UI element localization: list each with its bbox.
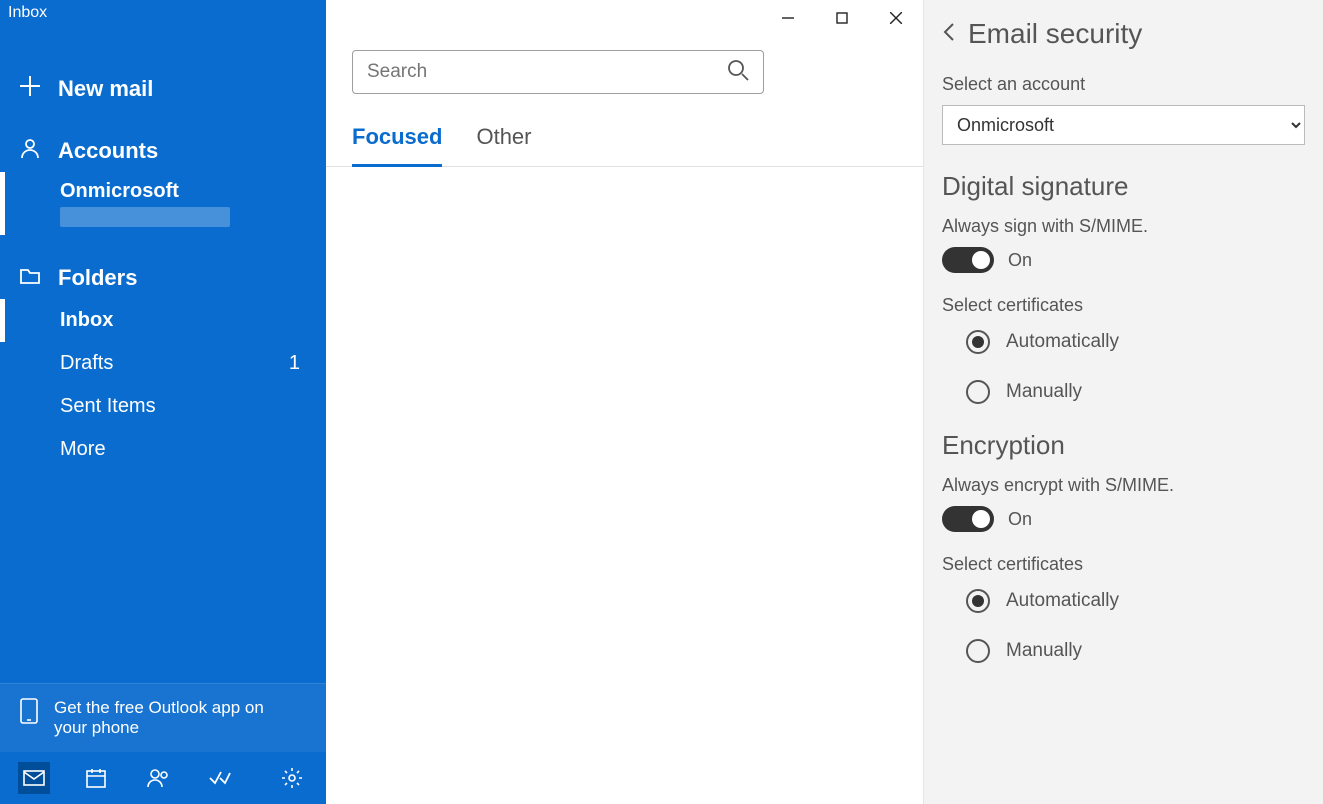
always-sign-label: Always sign with S/MIME.: [942, 216, 1305, 237]
main-area: Focused Other: [326, 0, 923, 804]
folder-label: More: [60, 438, 106, 461]
account-item[interactable]: Onmicrosoft: [0, 172, 326, 235]
folder-label: Drafts: [60, 352, 113, 375]
phone-icon: [20, 698, 38, 729]
person-icon: [20, 138, 40, 164]
hamburger-button[interactable]: [0, 26, 40, 62]
plus-icon: [20, 76, 40, 102]
encrypt-toggle-state: On: [1008, 509, 1032, 530]
window-title: Inbox: [0, 0, 326, 26]
new-mail-button[interactable]: New mail: [0, 62, 326, 122]
encrypt-cert-auto[interactable]: Automatically: [966, 589, 1305, 613]
window-controls: [761, 0, 923, 36]
back-icon[interactable]: [942, 22, 956, 47]
folder-label: Sent Items: [60, 395, 156, 418]
bottom-bar: [0, 752, 326, 804]
radio-icon: [966, 639, 990, 663]
radio-icon: [966, 589, 990, 613]
radio-label: Manually: [1006, 640, 1082, 662]
radio-icon: [966, 380, 990, 404]
search-icon[interactable]: [727, 59, 749, 86]
maximize-button[interactable]: [815, 0, 869, 36]
folders-label: Folders: [58, 265, 137, 291]
people-tab-icon[interactable]: [142, 762, 174, 794]
sign-select-certs-label: Select certificates: [942, 295, 1305, 316]
inbox-tabs: Focused Other: [326, 112, 923, 167]
sidebar: Inbox New mail Accounts Onmicrosoft Fold…: [0, 0, 326, 804]
mail-tab-icon[interactable]: [18, 762, 50, 794]
folder-icon: [20, 265, 40, 291]
folder-sent[interactable]: Sent Items: [0, 385, 326, 428]
search-input[interactable]: [367, 61, 727, 83]
folder-count: 1: [289, 352, 300, 375]
sign-toggle-state: On: [1008, 250, 1032, 271]
accounts-label: Accounts: [58, 138, 158, 164]
panel-title: Email security: [968, 18, 1142, 50]
encryption-heading: Encryption: [942, 430, 1305, 461]
folder-more[interactable]: More: [0, 428, 326, 471]
tab-other[interactable]: Other: [476, 112, 531, 166]
always-encrypt-label: Always encrypt with S/MIME.: [942, 475, 1305, 496]
tab-focused[interactable]: Focused: [352, 112, 442, 167]
account-name: Onmicrosoft: [60, 180, 306, 203]
encrypt-select-certs-label: Select certificates: [942, 554, 1305, 575]
todo-tab-icon[interactable]: [204, 762, 236, 794]
account-select[interactable]: Onmicrosoft: [942, 105, 1305, 145]
encrypt-cert-manual[interactable]: Manually: [966, 639, 1305, 663]
email-security-panel: Email security Select an account Onmicro…: [923, 0, 1323, 804]
radio-label: Manually: [1006, 381, 1082, 403]
select-account-label: Select an account: [942, 74, 1305, 95]
sign-cert-auto[interactable]: Automatically: [966, 330, 1305, 354]
calendar-tab-icon[interactable]: [80, 762, 112, 794]
digital-signature-heading: Digital signature: [942, 171, 1305, 202]
radio-label: Automatically: [1006, 331, 1119, 353]
folder-inbox[interactable]: Inbox: [0, 299, 326, 342]
promo-text: Get the free Outlook app on your phone: [54, 698, 274, 738]
account-email-redacted: [60, 207, 230, 227]
new-mail-label: New mail: [58, 76, 153, 102]
encrypt-toggle[interactable]: [942, 506, 994, 532]
folders-header[interactable]: Folders: [0, 249, 326, 299]
close-button[interactable]: [869, 0, 923, 36]
radio-label: Automatically: [1006, 590, 1119, 612]
sign-cert-manual[interactable]: Manually: [966, 380, 1305, 404]
folder-label: Inbox: [60, 309, 113, 332]
search-box[interactable]: [352, 50, 764, 94]
minimize-button[interactable]: [761, 0, 815, 36]
settings-icon[interactable]: [276, 762, 308, 794]
promo-banner[interactable]: Get the free Outlook app on your phone: [0, 683, 326, 752]
accounts-header[interactable]: Accounts: [0, 122, 326, 172]
radio-icon: [966, 330, 990, 354]
folder-drafts[interactable]: Drafts 1: [0, 342, 326, 385]
sign-toggle[interactable]: [942, 247, 994, 273]
